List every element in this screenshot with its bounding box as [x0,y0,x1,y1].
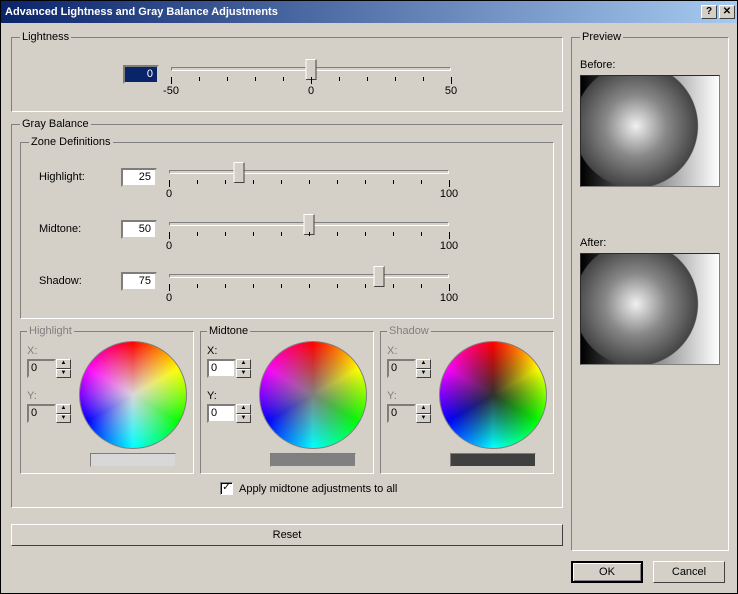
midtone-x-label: X: [207,345,253,357]
midtone-wheel-legend: Midtone [207,325,250,337]
color-wheel-row: Highlight X: 0 ▲▼ Y: [20,325,554,474]
spin-down-icon: ▼ [416,369,431,379]
window-title: Advanced Lightness and Gray Balance Adju… [5,6,699,18]
gray-balance-legend: Gray Balance [20,118,91,130]
shadow-x-spinner: 0 ▲▼ [387,359,431,378]
highlight-y-spinner: 0 ▲▼ [27,404,71,423]
help-icon[interactable]: ? [701,5,717,19]
spin-up-icon[interactable]: ▲ [236,359,251,369]
highlight-wheel-legend: Highlight [27,325,74,337]
apply-midtone-label: Apply midtone adjustments to all [239,483,397,495]
highlight-y-label: Y: [27,390,73,402]
highlight-label: Highlight: [39,171,109,183]
shadow-y-label: Y: [387,390,433,402]
zone-definitions-group: Zone Definitions Highlight: 25 0 [20,136,554,319]
highlight-slider[interactable]: 0 100 [169,162,449,192]
midtone-input[interactable]: 50 [121,220,157,239]
cancel-button[interactable]: Cancel [653,561,725,583]
lightness-group: Lightness 0 [11,31,563,112]
ok-button[interactable]: OK [571,561,643,583]
before-image [580,75,720,187]
shadow-input[interactable]: 75 [121,272,157,291]
dialog-buttons: OK Cancel [571,551,727,583]
highlight-x-label: X: [27,345,73,357]
apply-midtone-checkbox[interactable]: ✓ [220,482,233,495]
midtone-slider[interactable]: 0 100 [169,214,449,244]
lightness-min-label: -50 [163,85,179,97]
shadow-row: Shadow: 75 0 100 [29,258,545,310]
shadow-x-label: X: [387,345,433,357]
midtone-wheel-group: Midtone X: 0 ▲▼ Y: [200,325,374,474]
highlight-wheel-group: Highlight X: 0 ▲▼ Y: [20,325,194,474]
shadow-wheel-group: Shadow X: 0 ▲▼ Y: [380,325,554,474]
apply-midtone-row: ✓ Apply midtone adjustments to all [20,474,554,499]
lightness-legend: Lightness [20,31,71,43]
close-icon[interactable]: ✕ [719,5,735,19]
spin-down-icon[interactable]: ▼ [236,369,251,379]
highlight-row: Highlight: 25 0 100 [29,154,545,206]
after-label: After: [580,237,720,249]
spin-up-icon: ▲ [56,404,71,414]
after-image [580,253,720,365]
zone-definitions-legend: Zone Definitions [29,136,113,148]
lightness-max-label: 50 [445,85,457,97]
titlebar[interactable]: Advanced Lightness and Gray Balance Adju… [1,1,737,23]
lightness-input[interactable]: 0 [123,65,159,84]
shadow-color-wheel [439,341,547,449]
spin-up-icon[interactable]: ▲ [236,404,251,414]
before-label: Before: [580,59,720,71]
shadow-slider[interactable]: 0 100 [169,266,449,296]
right-column: Preview Before: After: OK Cancel [571,31,727,583]
spin-down-icon: ▼ [416,414,431,424]
spin-up-icon: ▲ [416,404,431,414]
midtone-y-spinner[interactable]: 0 ▲▼ [207,404,251,423]
dialog-content: Lightness 0 [1,23,737,593]
midtone-x-spinner[interactable]: 0 ▲▼ [207,359,251,378]
dialog-window: Advanced Lightness and Gray Balance Adju… [0,0,738,594]
shadow-label: Shadow: [39,275,109,287]
spin-up-icon: ▲ [416,359,431,369]
midtone-row: Midtone: 50 0 100 [29,206,545,258]
left-column: Lightness 0 [11,31,563,583]
spin-down-icon: ▼ [56,369,71,379]
highlight-input[interactable]: 25 [121,168,157,187]
midtone-label: Midtone: [39,223,109,235]
shadow-wheel-legend: Shadow [387,325,431,337]
preview-group: Preview Before: After: [571,31,729,551]
lightness-slider[interactable]: -50 0 50 [171,59,451,89]
shadow-y-spinner: 0 ▲▼ [387,404,431,423]
gray-balance-group: Gray Balance Zone Definitions Highlight:… [11,118,563,508]
preview-legend: Preview [580,31,623,43]
reset-button[interactable]: Reset [11,524,563,546]
spin-down-icon: ▼ [56,414,71,424]
crosshair-icon: + [308,390,319,401]
highlight-color-wheel [79,341,187,449]
shadow-swatch [450,453,536,467]
lightness-mid-label: 0 [308,85,314,97]
spin-down-icon[interactable]: ▼ [236,414,251,424]
midtone-swatch [270,453,356,467]
midtone-color-wheel[interactable]: + [259,341,367,449]
highlight-x-spinner: 0 ▲▼ [27,359,71,378]
highlight-swatch [90,453,176,467]
midtone-y-label: Y: [207,390,253,402]
spin-up-icon: ▲ [56,359,71,369]
